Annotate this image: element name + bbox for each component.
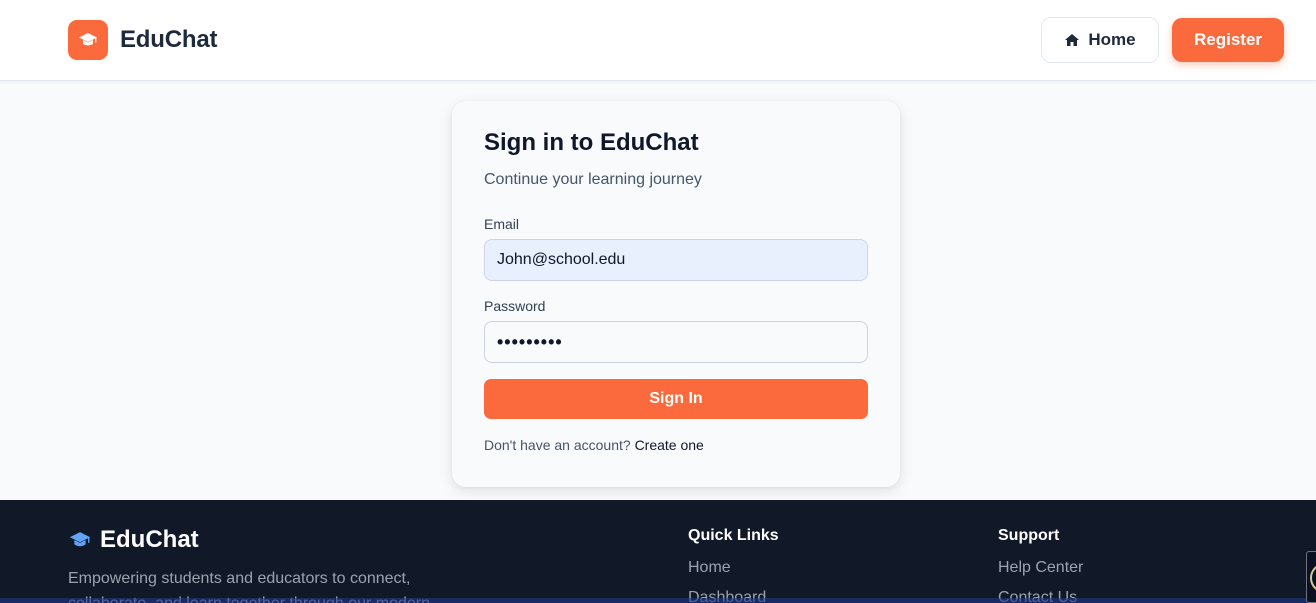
footer-link-home[interactable]: Home: [688, 559, 779, 577]
support-column: Support Help Center Contact Us: [998, 527, 1083, 603]
footer-divider: [0, 598, 1316, 603]
brand-name: EduChat: [120, 26, 218, 53]
register-button[interactable]: Register: [1172, 18, 1284, 62]
login-card: Sign in to EduChat Continue your learnin…: [452, 101, 900, 487]
signup-prompt: Don't have an account? Create one: [484, 437, 704, 453]
home-icon: [1065, 34, 1080, 46]
footer: EduChat Empowering students and educator…: [0, 500, 1316, 603]
quick-links-title: Quick Links: [688, 527, 779, 544]
password-value: •••••••••: [497, 331, 563, 352]
support-title: Support: [998, 527, 1060, 544]
graduation-cap-icon: [69, 532, 91, 547]
register-button-label: Register: [1193, 30, 1263, 49]
email-value: John@school.edu: [497, 251, 626, 268]
login-title: Sign in to EduChat: [484, 129, 699, 156]
email-label: Email: [484, 216, 520, 232]
no-account-text: Don't have an account?: [484, 437, 631, 453]
home-button[interactable]: Home: [1041, 17, 1159, 63]
brand[interactable]: EduChat: [68, 20, 217, 60]
password-field[interactable]: •••••••••: [484, 321, 868, 363]
login-subtitle: Continue your learning journey: [484, 171, 702, 188]
footer-brand[interactable]: EduChat: [68, 526, 199, 554]
password-label: Password: [484, 298, 546, 314]
create-account-link[interactable]: Create one: [635, 437, 704, 453]
footer-link-help-center[interactable]: Help Center: [998, 559, 1083, 577]
top-navbar: EduChat Home Register: [0, 0, 1316, 81]
sign-in-button[interactable]: Sign In: [484, 379, 868, 419]
quick-links-column: Quick Links Home Dashboard: [688, 527, 779, 603]
home-button-label: Home: [1088, 30, 1136, 49]
sign-in-button-label: Sign In: [649, 390, 703, 407]
footer-brand-name: EduChat: [100, 526, 199, 553]
graduation-cap-icon: [68, 20, 108, 60]
email-field[interactable]: John@school.edu: [484, 239, 868, 281]
floating-widget-button[interactable]: [1306, 551, 1316, 603]
